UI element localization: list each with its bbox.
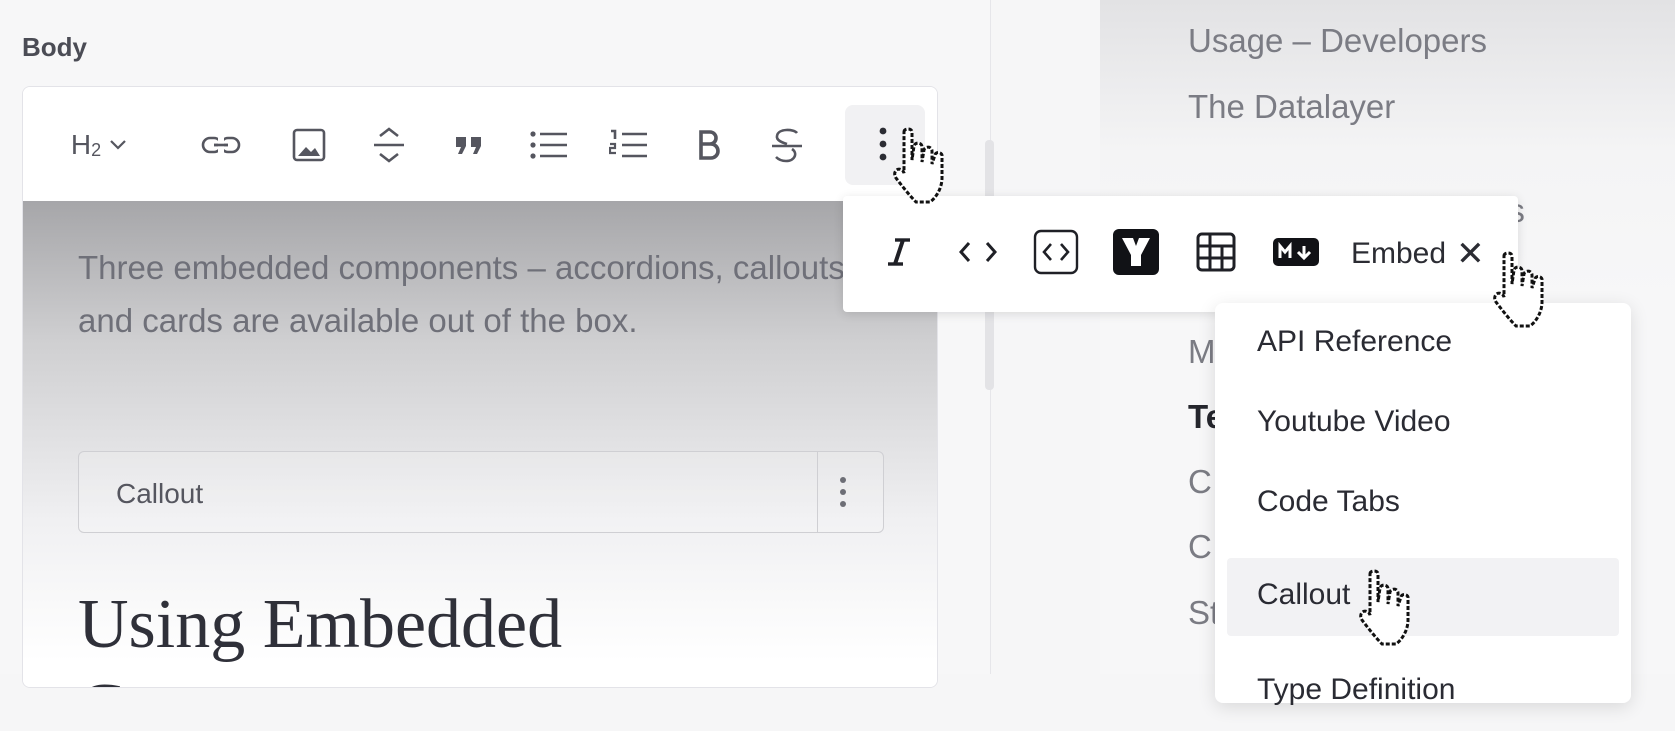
- image-button[interactable]: [287, 125, 331, 165]
- quote-button[interactable]: [447, 125, 491, 165]
- editor-toolbar: H2: [23, 87, 937, 201]
- bullet-list-icon: [529, 130, 569, 160]
- bullet-list-button[interactable]: [527, 125, 571, 165]
- strikethrough-button[interactable]: [765, 125, 809, 165]
- inline-code-icon: [958, 241, 998, 268]
- more-vertical-icon[interactable]: [839, 476, 847, 513]
- numbered-list-button[interactable]: [607, 125, 651, 165]
- code-block-button[interactable]: [1033, 229, 1079, 280]
- link-icon: [201, 133, 241, 157]
- editor-content[interactable]: Three embedded components – accordions, …: [23, 201, 937, 687]
- pointer-hand-icon: [893, 127, 944, 204]
- strikethrough-icon: [770, 127, 804, 163]
- menu-item-label: Youtube Video: [1257, 405, 1451, 438]
- sidebar-item[interactable]: Usage – Developers: [1188, 22, 1487, 60]
- pointer-hand-icon: [1493, 251, 1544, 328]
- callout-embed-block[interactable]: Callout: [78, 451, 884, 533]
- code-block-icon: [1033, 229, 1079, 280]
- divider-button[interactable]: [367, 125, 411, 165]
- menu-item-youtube-video[interactable]: Youtube Video: [1227, 385, 1619, 463]
- menu-item-label: Code Tabs: [1257, 485, 1400, 518]
- inline-code-button[interactable]: [955, 231, 1001, 277]
- numbered-list-icon: [609, 129, 649, 161]
- bold-icon: [697, 130, 721, 160]
- sidebar-item[interactable]: M: [1188, 333, 1216, 371]
- rich-text-editor: H2 Three embedded components – accordion…: [22, 86, 938, 688]
- menu-item-label: API Reference: [1257, 325, 1453, 358]
- callout-block-label: Callout: [116, 478, 204, 509]
- heading-select-label: H2: [70, 129, 102, 160]
- image-icon: [292, 128, 326, 162]
- menu-item-type-definition[interactable]: Type Definition: [1227, 653, 1619, 731]
- sidebar-item[interactable]: C: [1188, 463, 1212, 501]
- y-logo-icon: [1113, 228, 1159, 280]
- sidebar-item[interactable]: The Datalayer: [1188, 88, 1395, 126]
- y-embed-button[interactable]: [1113, 228, 1159, 280]
- table-button[interactable]: [1193, 231, 1239, 277]
- sidebar-item[interactable]: C: [1188, 528, 1212, 566]
- embed-dropdown-button[interactable]: Embed ✕: [1351, 232, 1485, 276]
- italic-button[interactable]: [879, 231, 919, 277]
- more-vertical-icon: [879, 127, 887, 166]
- menu-item-code-tabs[interactable]: Code Tabs: [1227, 465, 1619, 543]
- italic-icon: [886, 237, 912, 272]
- pointer-hand-icon: [1359, 569, 1410, 646]
- chevron-down-icon: [109, 139, 127, 151]
- menu-item-label: Type Definition: [1257, 673, 1456, 706]
- bold-button[interactable]: [687, 125, 731, 165]
- table-icon: [1196, 232, 1236, 277]
- divider-icon: [372, 126, 406, 164]
- body-field-label: Body: [22, 32, 87, 62]
- callout-separator: [817, 452, 818, 532]
- paragraph-text: Three embedded components – accordions, …: [78, 249, 845, 339]
- overflow-toolbar: Embed ✕: [843, 196, 1518, 312]
- markdown-icon: [1273, 237, 1319, 271]
- heading-select[interactable]: H2: [59, 125, 139, 165]
- markdown-button[interactable]: [1271, 231, 1321, 277]
- link-button[interactable]: [199, 125, 243, 165]
- content-heading: Using Embedded Components: [78, 586, 563, 687]
- embed-label: Embed: [1351, 237, 1447, 270]
- menu-item-label: Callout: [1257, 578, 1351, 611]
- close-icon[interactable]: ✕: [1456, 234, 1485, 274]
- quote-icon: [454, 134, 484, 156]
